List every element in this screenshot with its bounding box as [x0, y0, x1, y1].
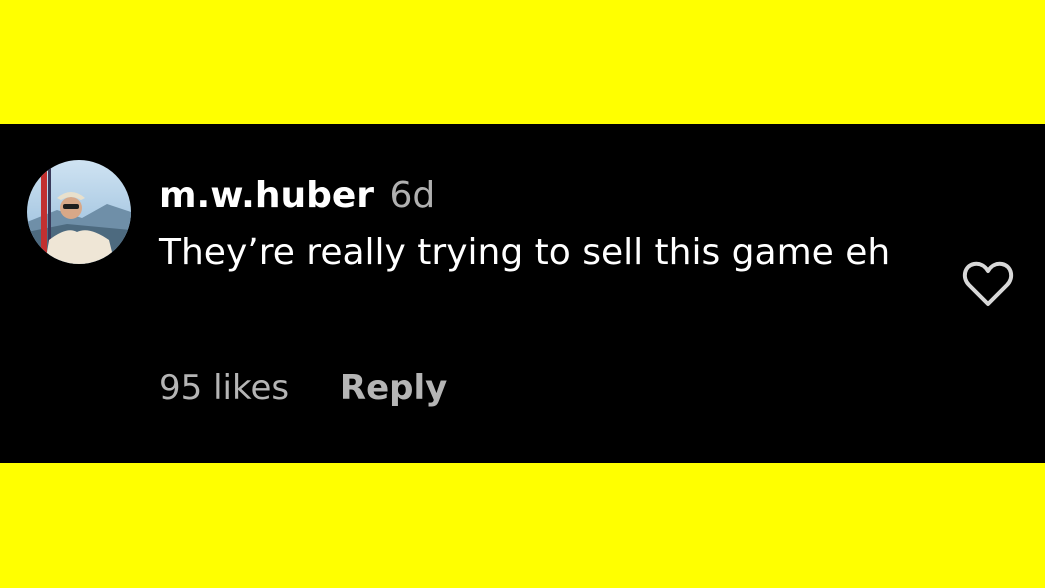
comment-card: m.w.huber 6d They’re really trying to se…: [0, 124, 1045, 463]
heart-outline-icon: [962, 261, 1014, 306]
avatar[interactable]: [27, 160, 131, 264]
comment-content: m.w.huber 6d They’re really trying to se…: [159, 172, 919, 282]
comment-text: They’re really trying to sell this game …: [159, 232, 891, 273]
bottom-banner: [0, 463, 1045, 588]
comment-actions: 95 likes Reply: [159, 364, 447, 412]
comment-timestamp: 6d: [389, 175, 436, 216]
reply-button[interactable]: Reply: [340, 368, 447, 408]
top-banner: [0, 0, 1045, 124]
avatar-photo: [27, 160, 131, 264]
username-link[interactable]: m.w.huber: [159, 175, 374, 216]
like-button[interactable]: [958, 254, 1018, 314]
comment-header: m.w.huber 6d: [159, 172, 919, 220]
likes-count[interactable]: 95 likes: [159, 368, 289, 408]
